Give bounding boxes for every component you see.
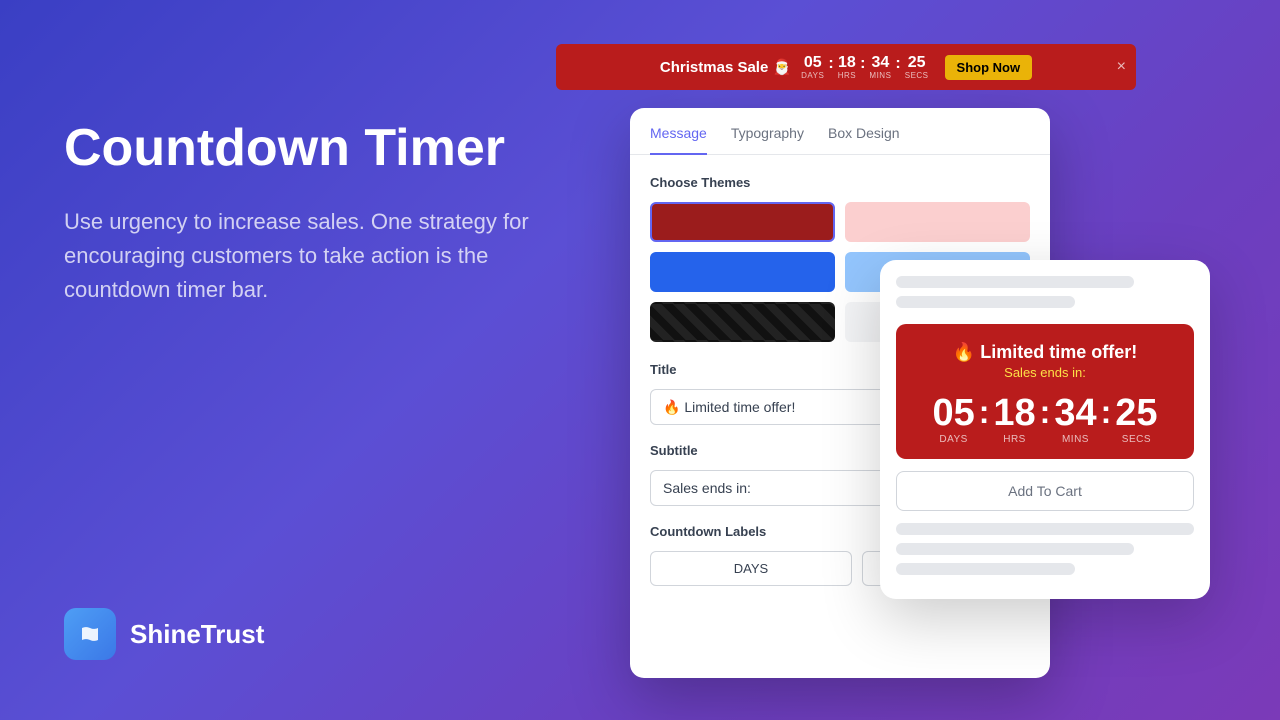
banner-secs-block: 25 SECS [905,55,929,80]
card-mins-label: MINS [1062,434,1089,445]
themes-label: Choose Themes [650,175,1030,190]
banner-countdown: 05 DAYS : 18 HRS : 34 MINS : 25 SECS [801,55,928,80]
theme-red-swatch[interactable] [650,202,835,242]
card-hrs-block: 18 HRS [993,394,1035,445]
card-skeleton-bottom [880,519,1210,575]
card-secs-block: 25 SECS [1115,394,1157,445]
card-colon-2: : [1040,394,1051,431]
logo-section: ShineTrust [64,608,264,660]
page-title: Countdown Timer [64,120,544,177]
card-days-block: 05 DAYS [932,394,974,445]
panel-tabs: Message Typography Box Design [630,108,1050,155]
banner-mins-label: MINS [869,71,891,80]
banner-colon-2: : [860,55,865,73]
banner-hrs-block: 18 HRS [838,55,856,80]
card-hrs-num: 18 [993,394,1035,432]
skeleton-line-1 [896,276,1134,288]
logo-name: ShineTrust [130,619,264,650]
banner-days-label: DAYS [801,71,824,80]
theme-blue-swatch[interactable] [650,252,835,292]
card-colon-1: : [979,394,990,431]
christmas-banner: Christmas Sale 🎅 05 DAYS : 18 HRS : 34 M… [556,44,1136,90]
skeleton-line-5 [896,563,1075,575]
days-label-input[interactable] [650,551,852,586]
tab-message[interactable]: Message [650,109,707,155]
theme-dark-swatch[interactable] [650,302,835,342]
card-countdown-subtitle: Sales ends in: [912,365,1178,380]
skeleton-line-4 [896,543,1134,555]
skeleton-line-2 [896,296,1075,308]
banner-hrs-num: 18 [838,55,856,71]
card-countdown-box: 🔥 Limited time offer! Sales ends in: 05 … [896,324,1194,459]
theme-pink-swatch[interactable] [845,202,1030,242]
banner-mins-num: 34 [872,55,890,71]
tab-box-design[interactable]: Box Design [828,109,900,155]
banner-colon-3: : [895,55,900,73]
add-to-cart-button[interactable]: Add To Cart [896,471,1194,511]
tab-typography[interactable]: Typography [731,109,804,155]
card-time-row: 05 DAYS : 18 HRS : 34 MINS : 25 SECS [912,394,1178,445]
card-colon-3: : [1101,394,1112,431]
banner-mins-block: 34 MINS [869,55,891,80]
banner-days-block: 05 DAYS [801,55,824,80]
banner-title: Christmas Sale 🎅 [660,58,791,76]
left-section: Countdown Timer Use urgency to increase … [64,120,544,307]
floating-preview-card: 🔥 Limited time offer! Sales ends in: 05 … [880,260,1210,599]
card-secs-label: SECS [1122,434,1151,445]
logo-icon [64,608,116,660]
skeleton-line-3 [896,523,1194,535]
banner-colon-1: : [828,55,833,73]
banner-secs-label: SECS [905,71,929,80]
card-secs-num: 25 [1115,394,1157,432]
card-days-label: DAYS [939,434,968,445]
banner-hrs-label: HRS [838,71,856,80]
banner-days-num: 05 [804,55,822,71]
card-mins-num: 34 [1054,394,1096,432]
shop-now-button[interactable]: Shop Now [945,55,1033,80]
card-skeleton-top [880,260,1210,324]
card-mins-block: 34 MINS [1054,394,1096,445]
card-days-num: 05 [932,394,974,432]
banner-secs-num: 25 [908,55,926,71]
banner-close-button[interactable]: × [1117,58,1126,76]
card-hrs-label: HRS [1003,434,1026,445]
page-description: Use urgency to increase sales. One strat… [64,205,544,307]
card-countdown-title: 🔥 Limited time offer! [912,342,1178,363]
